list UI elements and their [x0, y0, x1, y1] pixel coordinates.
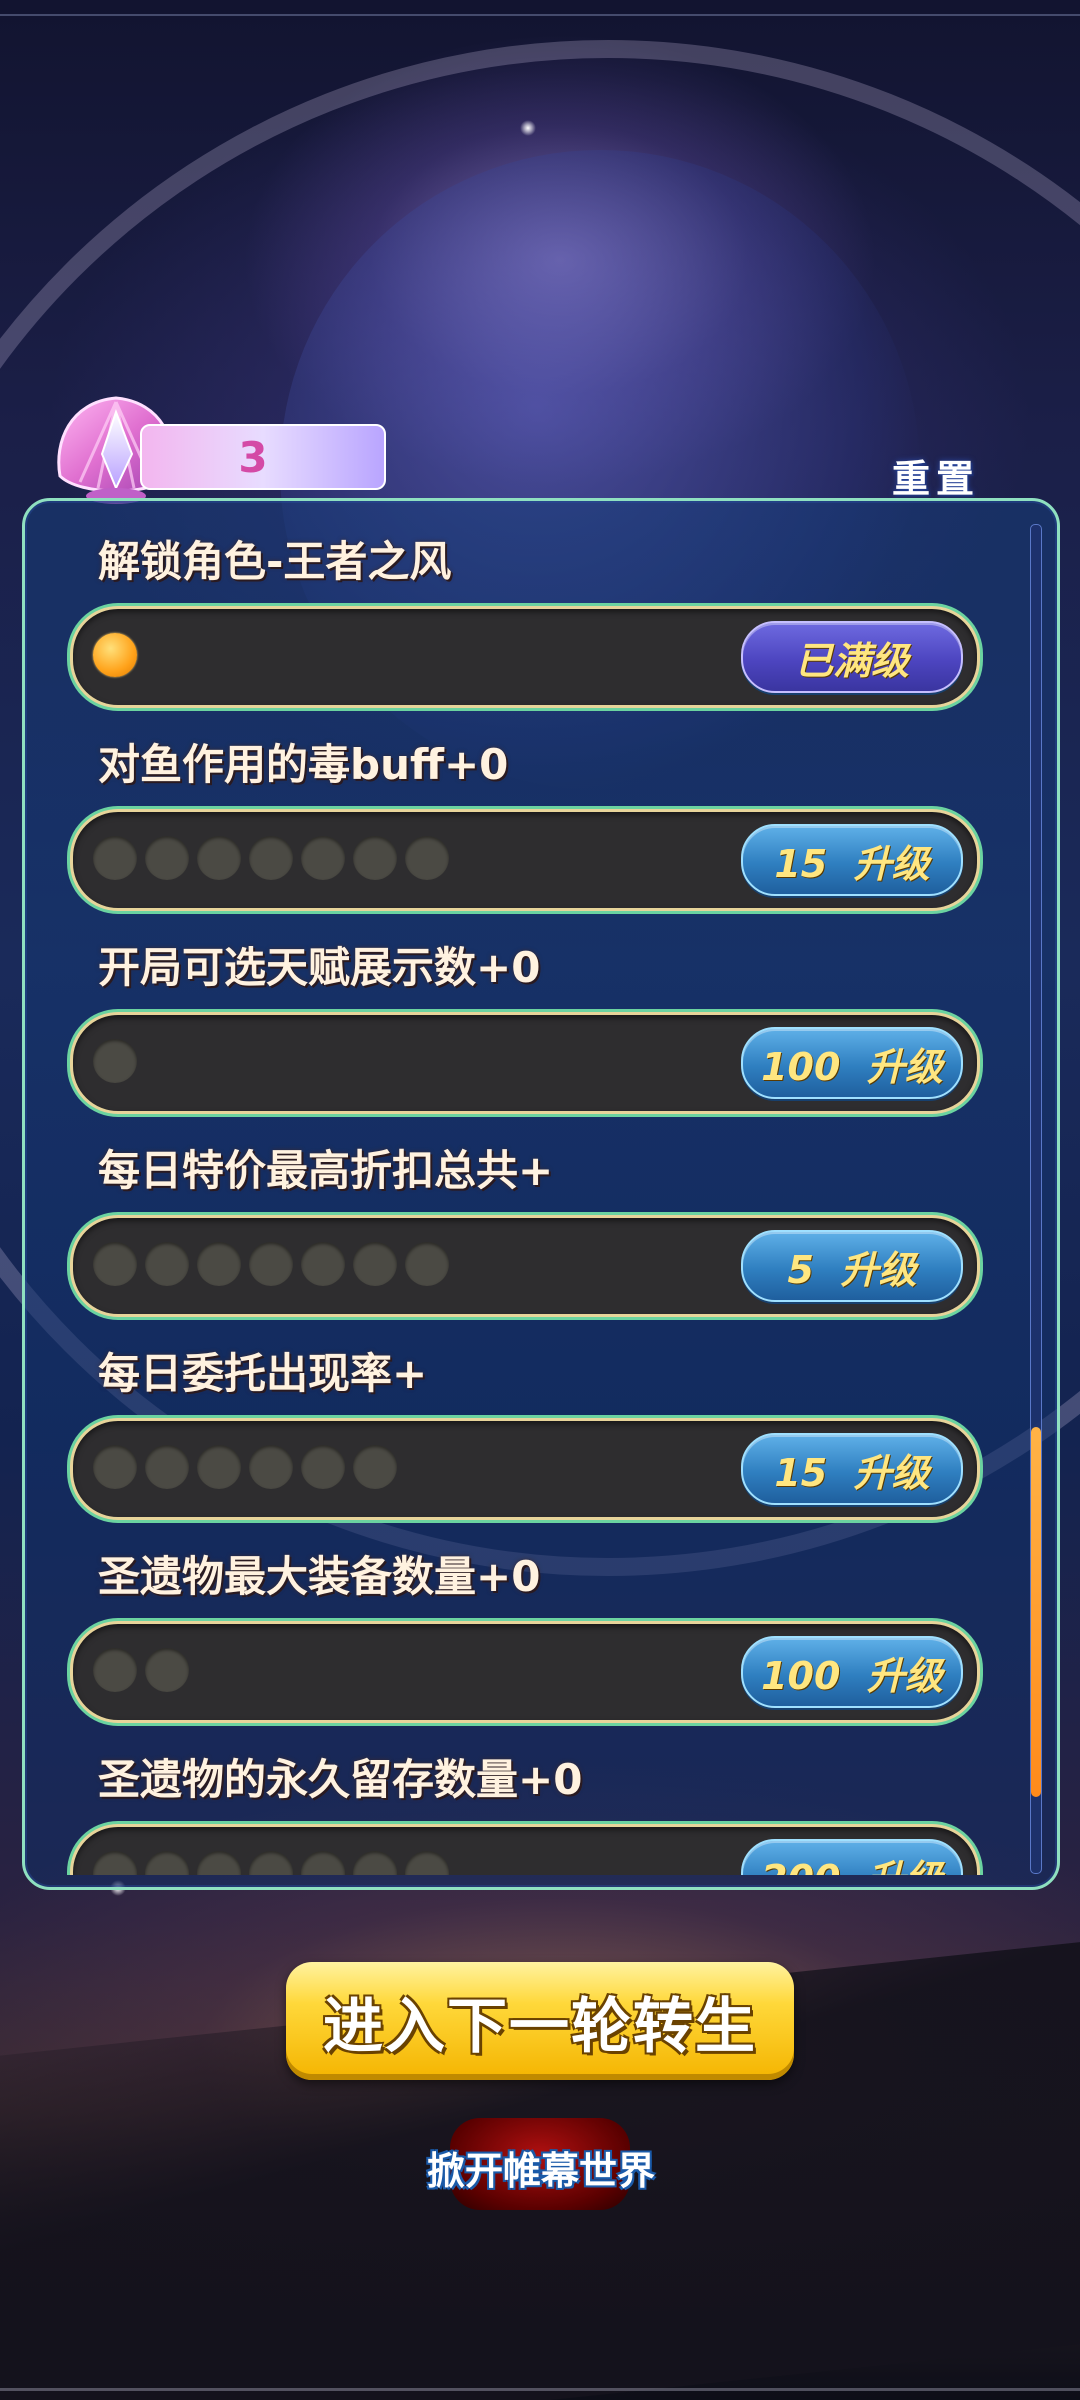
upgrade-row: 圣遗物的永久留存数量+0 200 升级 [22, 1728, 1042, 1875]
level-dot-empty [145, 1445, 189, 1489]
level-dot-empty [249, 836, 293, 880]
upgrade-title: 每日委托出现率+ [98, 1349, 428, 1398]
upgrade-button[interactable]: 15 升级 [741, 1433, 963, 1505]
level-dot-empty [405, 836, 449, 880]
level-dot-empty [301, 1242, 345, 1286]
upgrade-progress-bar: 100 升级 [70, 1012, 980, 1114]
star-decoration [520, 120, 536, 136]
level-dot-empty [301, 1445, 345, 1489]
next-rebirth-label: 进入下一轮转生 [323, 1991, 757, 2062]
level-dot-empty [145, 1242, 189, 1286]
level-dot-empty [353, 1242, 397, 1286]
upgrade-button[interactable]: 15 升级 [741, 824, 963, 896]
upgrade-button[interactable]: 5 升级 [741, 1230, 963, 1302]
level-dot-empty [145, 836, 189, 880]
level-dots [93, 1039, 137, 1083]
upgrade-button[interactable]: 200 升级 [741, 1839, 963, 1875]
upgrade-title: 每日特价最高折扣总共+ [98, 1146, 554, 1195]
level-dot-empty [197, 1445, 241, 1489]
upgrade-title: 开局可选天赋展示数+0 [98, 943, 541, 992]
level-dot-empty [301, 1851, 345, 1875]
upgrade-button-label: 15 升级 [774, 841, 930, 886]
upgrade-list[interactable]: 解锁角色-王者之风 已满级 对鱼作用的毒buff+0 15 升级 开局可选天赋展示数+0… [22, 510, 1042, 1875]
upgrade-row: 每日委托出现率+ 15 升级 [22, 1322, 1042, 1526]
level-dot-empty [353, 1445, 397, 1489]
upgrade-row: 对鱼作用的毒buff+0 15 升级 [22, 713, 1042, 917]
level-dot-empty [93, 1648, 137, 1692]
upgrade-row: 解锁角色-王者之风已满级 [22, 510, 1042, 714]
level-dot-empty [405, 1851, 449, 1875]
upgrade-button-label: 15 升级 [774, 1450, 930, 1495]
level-dot-empty [197, 1242, 241, 1286]
upgrade-progress-bar: 15 升级 [70, 809, 980, 911]
upgrade-list-scrollbar[interactable] [1030, 524, 1042, 1874]
level-dots [93, 1851, 449, 1875]
reset-button[interactable]: 重置 [892, 448, 980, 503]
upgrade-button-label: 5 升级 [787, 1247, 917, 1292]
upgrade-progress-bar: 100 升级 [70, 1621, 980, 1723]
level-dot-empty [93, 1851, 137, 1875]
upgrade-row: 圣遗物最大装备数量+0 100 升级 [22, 1525, 1042, 1729]
upgrade-button[interactable]: 100 升级 [741, 1027, 963, 1099]
upgrade-progress-bar: 5 升级 [70, 1215, 980, 1317]
upgrade-button-label: 100 升级 [761, 1653, 943, 1698]
reveal-world-label[interactable]: 掀开帷幕世界 [396, 2140, 686, 2195]
level-dot-empty [405, 1242, 449, 1286]
max-level-button[interactable]: 已满级 [741, 621, 963, 693]
level-dot-filled [93, 633, 137, 677]
level-dot-empty [93, 836, 137, 880]
upgrade-row: 每日特价最高折扣总共+ 5 升级 [22, 1119, 1042, 1323]
upgrade-title: 对鱼作用的毒buff+0 [98, 740, 509, 789]
level-dot-empty [353, 1851, 397, 1875]
level-dots [93, 633, 137, 677]
currency-counter: 3 [140, 424, 386, 490]
level-dot-empty [249, 1445, 293, 1489]
level-dot-empty [249, 1242, 293, 1286]
next-rebirth-button[interactable]: 进入下一轮转生 [286, 1962, 794, 2080]
level-dots [93, 1648, 189, 1692]
scrollbar-thumb[interactable] [1031, 1427, 1041, 1797]
upgrade-button-label: 200 升级 [761, 1848, 943, 1876]
upgrade-row: 开局可选天赋展示数+0 100 升级 [22, 916, 1042, 1120]
upgrade-title: 圣遗物的永久留存数量+0 [98, 1755, 583, 1804]
upgrade-button-label: 100 升级 [761, 1044, 943, 1089]
upgrade-progress-bar: 200 升级 [70, 1824, 980, 1875]
top-divider [0, 14, 1080, 16]
level-dot-empty [93, 1445, 137, 1489]
bottom-divider [0, 2388, 1080, 2391]
upgrade-button-label: 已满级 [794, 638, 909, 683]
level-dot-empty [145, 1648, 189, 1692]
upgrade-progress-bar: 已满级 [70, 606, 980, 708]
upgrade-progress-bar: 15 升级 [70, 1418, 980, 1520]
currency-count: 3 [238, 432, 268, 482]
level-dots [93, 1242, 449, 1286]
level-dot-empty [93, 1242, 137, 1286]
upgrade-title: 圣遗物最大装备数量+0 [98, 1552, 541, 1601]
level-dot-empty [301, 836, 345, 880]
level-dots [93, 836, 449, 880]
level-dot-empty [145, 1851, 189, 1875]
level-dot-empty [353, 836, 397, 880]
level-dot-empty [93, 1039, 137, 1083]
level-dot-empty [249, 1851, 293, 1875]
upgrade-button[interactable]: 100 升级 [741, 1636, 963, 1708]
level-dots [93, 1445, 397, 1489]
level-dot-empty [197, 1851, 241, 1875]
upgrade-title: 解锁角色-王者之风 [98, 537, 452, 586]
level-dot-empty [197, 836, 241, 880]
